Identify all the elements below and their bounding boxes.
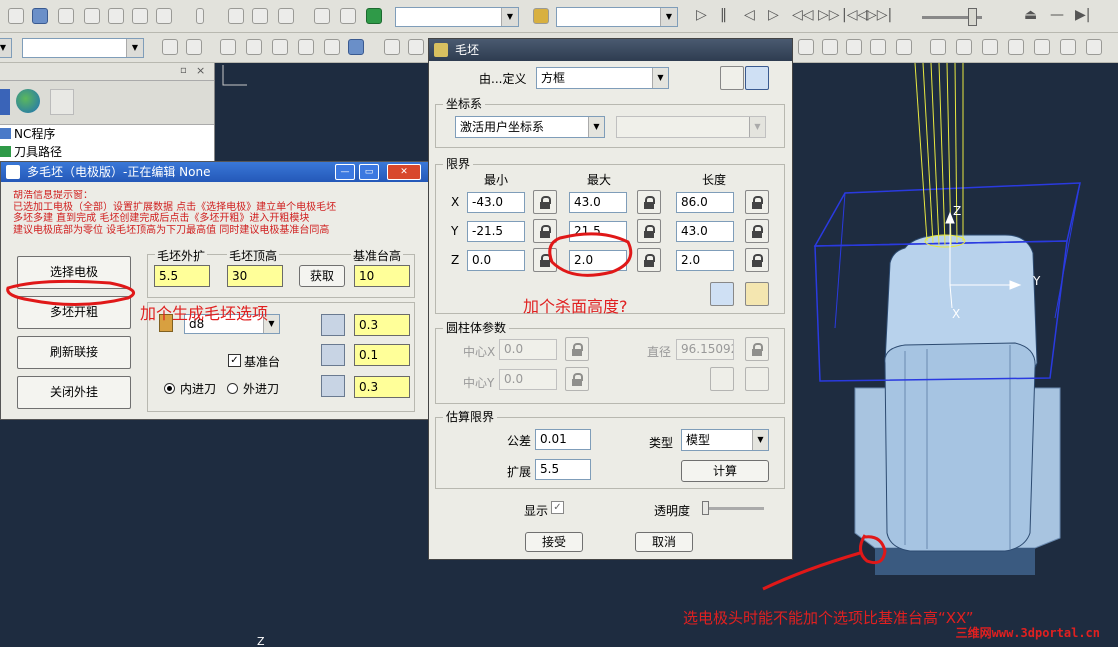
annotation-kill-height: 加个杀面高度? [523,297,628,316]
watermark: 三维网www.3dportal.cn [955,626,1100,640]
annotation-blank-option: 加个生成毛坯选项 [140,304,269,323]
annotation-electrode: 选电极头时能不能加个选项比基准台高“XX” [683,609,974,627]
